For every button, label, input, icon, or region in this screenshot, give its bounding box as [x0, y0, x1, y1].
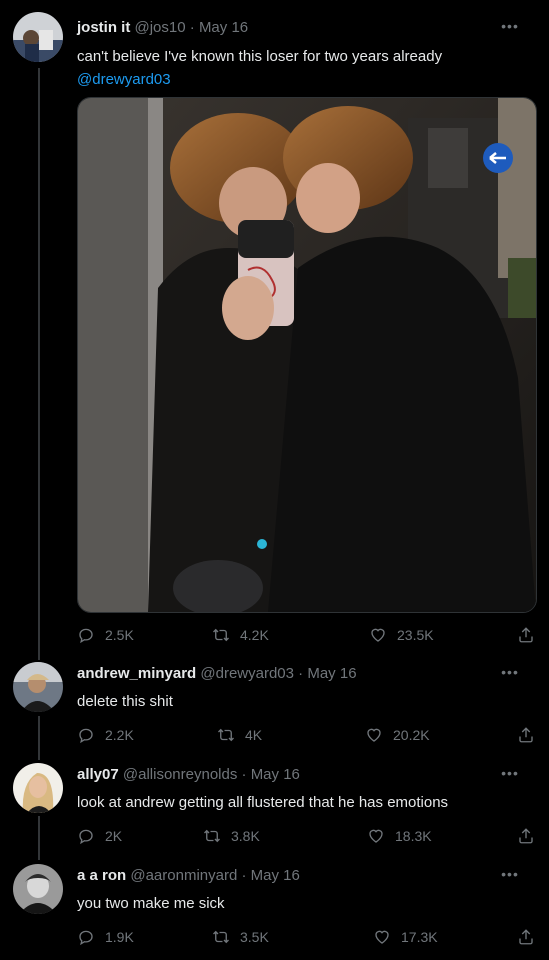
- avatar[interactable]: [13, 763, 63, 813]
- separator: ·: [237, 867, 251, 884]
- share-button[interactable]: [517, 624, 535, 646]
- avatar-photo: [13, 763, 63, 813]
- tweet-text: can't believe I've known this loser for …: [77, 48, 443, 65]
- avatar[interactable]: [13, 12, 63, 62]
- more-options-icon[interactable]: •••: [499, 664, 521, 684]
- tweet-header: a a ron @aaronminyard · May 16: [77, 866, 535, 886]
- retweet-count: 4K: [245, 727, 263, 743]
- like-button[interactable]: 20.2K: [365, 724, 430, 746]
- like-count: 23.5K: [397, 627, 434, 643]
- tweet-header: jostin it @jos10 · May 16: [77, 18, 535, 38]
- tweet-actions: 1.9K 3.5K 17.3K: [77, 926, 535, 948]
- reply-icon: [77, 726, 95, 744]
- photo-image: [78, 98, 536, 612]
- retweet-button[interactable]: 4.2K: [212, 624, 269, 646]
- tweet-reply[interactable]: ally07 @allisonreynolds · May 16 ••• loo…: [0, 761, 549, 861]
- retweet-button[interactable]: 3.8K: [203, 825, 260, 847]
- avatar-photo: [13, 864, 63, 914]
- tweet-text: you two make me sick: [77, 895, 225, 912]
- more-options-icon[interactable]: •••: [499, 18, 521, 38]
- share-icon: [517, 928, 535, 946]
- share-button[interactable]: [517, 724, 535, 746]
- reply-button[interactable]: 2K: [77, 825, 122, 847]
- reply-button[interactable]: 2.5K: [77, 624, 134, 646]
- retweet-count: 3.8K: [231, 828, 260, 844]
- timestamp[interactable]: May 16: [307, 665, 356, 682]
- tweet-actions: 2.5K 4.2K 23.5K: [77, 624, 535, 646]
- display-name[interactable]: andrew_minyard: [77, 665, 196, 682]
- like-button[interactable]: 17.3K: [373, 926, 438, 948]
- tweet-header: andrew_minyard @drewyard03 · May 16: [77, 664, 535, 684]
- share-icon: [517, 626, 535, 644]
- share-icon: [517, 726, 535, 744]
- share-icon: [517, 827, 535, 845]
- reply-count: 2K: [105, 828, 123, 844]
- tweet-header: ally07 @allisonreynolds · May 16: [77, 765, 535, 785]
- reply-count: 2.5K: [105, 627, 134, 643]
- reply-icon: [77, 928, 95, 946]
- tweet-actions: 2.2K 4K 20.2K: [77, 724, 535, 746]
- timestamp[interactable]: May 16: [251, 867, 300, 884]
- like-count: 17.3K: [401, 929, 438, 945]
- mention-link[interactable]: @drewyard03: [77, 69, 535, 90]
- tweet-main[interactable]: jostin it @jos10 · May 16 ••• can't beli…: [0, 12, 549, 652]
- like-count: 20.2K: [393, 727, 430, 743]
- display-name[interactable]: ally07: [77, 766, 119, 783]
- tweet-reply[interactable]: a a ron @aaronminyard · May 16 ••• you t…: [0, 862, 549, 960]
- share-button[interactable]: [517, 926, 535, 948]
- avatar-photo: [13, 662, 63, 712]
- heart-icon: [373, 928, 391, 946]
- reply-icon: [77, 626, 95, 644]
- timestamp[interactable]: May 16: [251, 766, 300, 783]
- retweet-icon: [203, 827, 221, 845]
- share-button[interactable]: [517, 825, 535, 847]
- like-count: 18.3K: [395, 828, 432, 844]
- tweet-reply[interactable]: andrew_minyard @drewyard03 · May 16 ••• …: [0, 660, 549, 760]
- like-button[interactable]: 23.5K: [369, 624, 434, 646]
- avatar[interactable]: [13, 662, 63, 712]
- like-button[interactable]: 18.3K: [367, 825, 432, 847]
- display-name[interactable]: a a ron: [77, 867, 126, 884]
- reply-count: 2.2K: [105, 727, 134, 743]
- reply-icon: [77, 827, 95, 845]
- avatar-photo: [13, 12, 63, 62]
- tweet-actions: 2K 3.8K 18.3K: [77, 825, 535, 847]
- separator: ·: [237, 766, 251, 783]
- timestamp[interactable]: May 16: [199, 19, 248, 36]
- avatar[interactable]: [13, 864, 63, 914]
- heart-icon: [367, 827, 385, 845]
- retweet-icon: [212, 626, 230, 644]
- retweet-button[interactable]: 3.5K: [212, 926, 269, 948]
- tweet-text: delete this shit: [77, 693, 173, 710]
- reply-button[interactable]: 1.9K: [77, 926, 134, 948]
- more-options-icon[interactable]: •••: [499, 866, 521, 886]
- reply-button[interactable]: 2.2K: [77, 724, 134, 746]
- retweet-count: 4.2K: [240, 627, 269, 643]
- reply-count: 1.9K: [105, 929, 134, 945]
- retweet-icon: [217, 726, 235, 744]
- heart-icon: [369, 626, 387, 644]
- handle[interactable]: @jos10: [135, 19, 186, 36]
- display-name[interactable]: jostin it: [77, 19, 130, 36]
- retweet-count: 3.5K: [240, 929, 269, 945]
- tweet-text: look at andrew getting all flustered tha…: [77, 794, 449, 811]
- retweet-icon: [212, 928, 230, 946]
- heart-icon: [365, 726, 383, 744]
- separator: ·: [294, 665, 308, 682]
- separator: ·: [185, 19, 199, 36]
- handle[interactable]: @drewyard03: [200, 665, 294, 682]
- handle[interactable]: @allisonreynolds: [123, 766, 237, 783]
- tweet-photo[interactable]: [77, 97, 537, 613]
- more-options-icon[interactable]: •••: [499, 765, 521, 785]
- handle[interactable]: @aaronminyard: [130, 867, 237, 884]
- retweet-button[interactable]: 4K: [217, 724, 262, 746]
